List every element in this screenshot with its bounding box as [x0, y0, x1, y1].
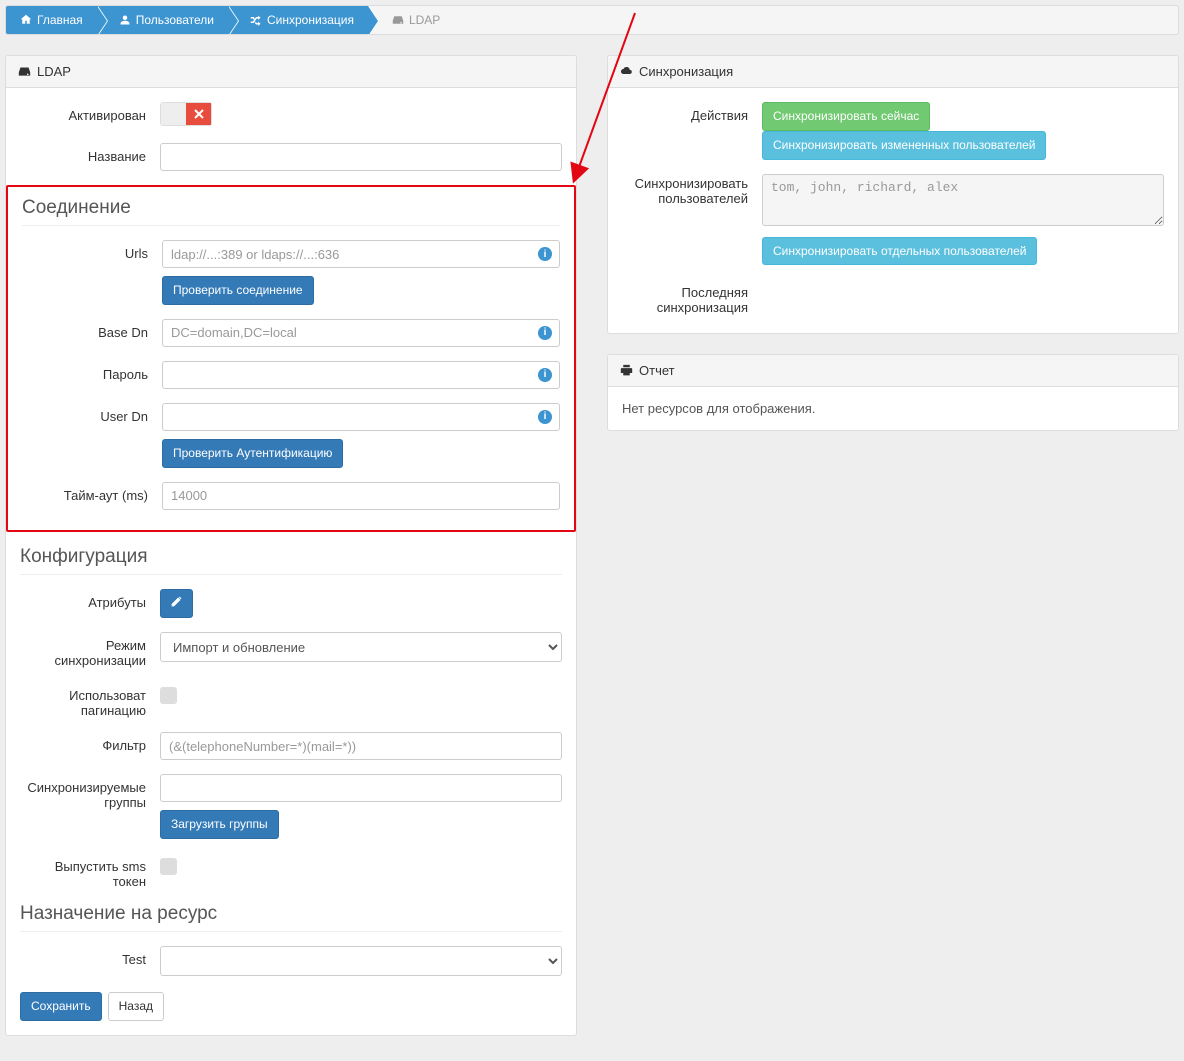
breadcrumb-ldap: LDAP	[368, 6, 454, 34]
password-input[interactable]	[162, 361, 560, 389]
test-auth-button[interactable]: Проверить Аутентификацию	[162, 439, 343, 468]
name-input[interactable]	[160, 143, 562, 171]
sync-changed-button[interactable]: Синхронизировать измененных пользователе…	[762, 131, 1046, 160]
hdd-icon	[392, 14, 404, 26]
base-dn-label: Base Dn	[22, 319, 162, 340]
report-panel: Отчет Нет ресурсов для отображения.	[607, 354, 1179, 431]
info-icon[interactable]: i	[538, 326, 552, 340]
resource-test-label[interactable]: Test	[20, 946, 160, 967]
info-icon[interactable]: i	[538, 247, 552, 261]
sync-now-button[interactable]: Синхронизировать сейчас	[762, 102, 930, 131]
sync-groups-input[interactable]	[160, 774, 562, 802]
ldap-panel-title: LDAP	[6, 56, 576, 88]
breadcrumb-users-label: Пользователи	[136, 13, 214, 27]
filter-label: Фильтр	[20, 732, 160, 753]
user-dn-input[interactable]	[162, 403, 560, 431]
attributes-label: Атрибуты	[20, 589, 160, 610]
user-dn-label: User Dn	[22, 403, 162, 424]
report-panel-title: Отчет	[608, 355, 1178, 387]
breadcrumb-home[interactable]: Главная	[6, 6, 97, 34]
resource-section-title: Назначение на ресурс	[20, 903, 562, 925]
cloud-icon	[620, 65, 633, 78]
info-icon[interactable]: i	[538, 410, 552, 424]
test-connection-button[interactable]: Проверить соединение	[162, 276, 314, 305]
sync-panel: Синхронизация Действия Синхронизировать …	[607, 55, 1179, 334]
edit-icon	[170, 595, 183, 608]
breadcrumb-sync-label: Синхронизация	[267, 13, 354, 27]
report-panel-title-text: Отчет	[639, 363, 675, 378]
name-label: Название	[20, 143, 160, 164]
sync-selected-button[interactable]: Синхронизировать отдельных пользователей	[762, 237, 1037, 266]
sync-users-label: Синхронизировать пользователей	[622, 174, 762, 206]
sync-groups-label: Синхронизируемые группы	[20, 774, 160, 810]
password-label: Пароль	[22, 361, 162, 382]
print-icon	[620, 364, 633, 377]
actions-label: Действия	[622, 102, 762, 123]
hdd-icon	[18, 65, 31, 78]
sync-panel-title-text: Синхронизация	[639, 64, 733, 79]
base-dn-input[interactable]	[162, 319, 560, 347]
breadcrumb-users[interactable]: Пользователи	[97, 6, 228, 34]
use-pagination-checkbox[interactable]	[160, 687, 177, 704]
ldap-panel-title-text: LDAP	[37, 64, 71, 79]
no-resources-text: Нет ресурсов для отображения.	[622, 401, 815, 416]
connection-section-title: Соединение	[22, 197, 560, 219]
edit-attributes-button[interactable]	[160, 589, 193, 619]
breadcrumb-sync[interactable]: Синхронизация	[228, 6, 368, 34]
back-button[interactable]: Назад	[108, 992, 164, 1021]
breadcrumb-ldap-label: LDAP	[409, 13, 440, 27]
save-button[interactable]: Сохранить	[20, 992, 102, 1021]
last-sync-label: Последняя синхронизация	[622, 279, 762, 315]
close-icon	[194, 109, 204, 119]
sync-users-textarea[interactable]	[762, 174, 1164, 226]
config-section-title: Конфигурация	[20, 546, 562, 568]
urls-input[interactable]	[162, 240, 560, 268]
ldap-panel: LDAP Активирован Название	[5, 55, 577, 1036]
user-icon	[119, 14, 131, 26]
sync-mode-select[interactable]: Импорт и обновление	[160, 632, 562, 662]
timeout-label: Тайм-аут (ms)	[22, 482, 162, 503]
skip-sms-label: Выпустить sms токен	[20, 853, 160, 889]
skip-sms-checkbox[interactable]	[160, 858, 177, 875]
sync-mode-label: Режим синхронизации	[20, 632, 160, 668]
shuffle-icon	[250, 14, 262, 26]
home-icon	[20, 14, 32, 26]
resource-test-select[interactable]	[160, 946, 562, 976]
info-icon[interactable]: i	[538, 368, 552, 382]
breadcrumb: Главная Пользователи Синхронизация LDAP	[5, 5, 1179, 35]
use-pagination-label: Использоват пагинацию	[20, 682, 160, 718]
load-groups-button[interactable]: Загрузить группы	[160, 810, 279, 839]
breadcrumb-home-label: Главная	[37, 13, 83, 27]
sync-panel-title: Синхронизация	[608, 56, 1178, 88]
timeout-input[interactable]	[162, 482, 560, 510]
filter-input[interactable]	[160, 732, 562, 760]
activated-toggle[interactable]	[160, 102, 212, 126]
activated-label: Активирован	[20, 102, 160, 123]
urls-label: Urls	[22, 240, 162, 261]
